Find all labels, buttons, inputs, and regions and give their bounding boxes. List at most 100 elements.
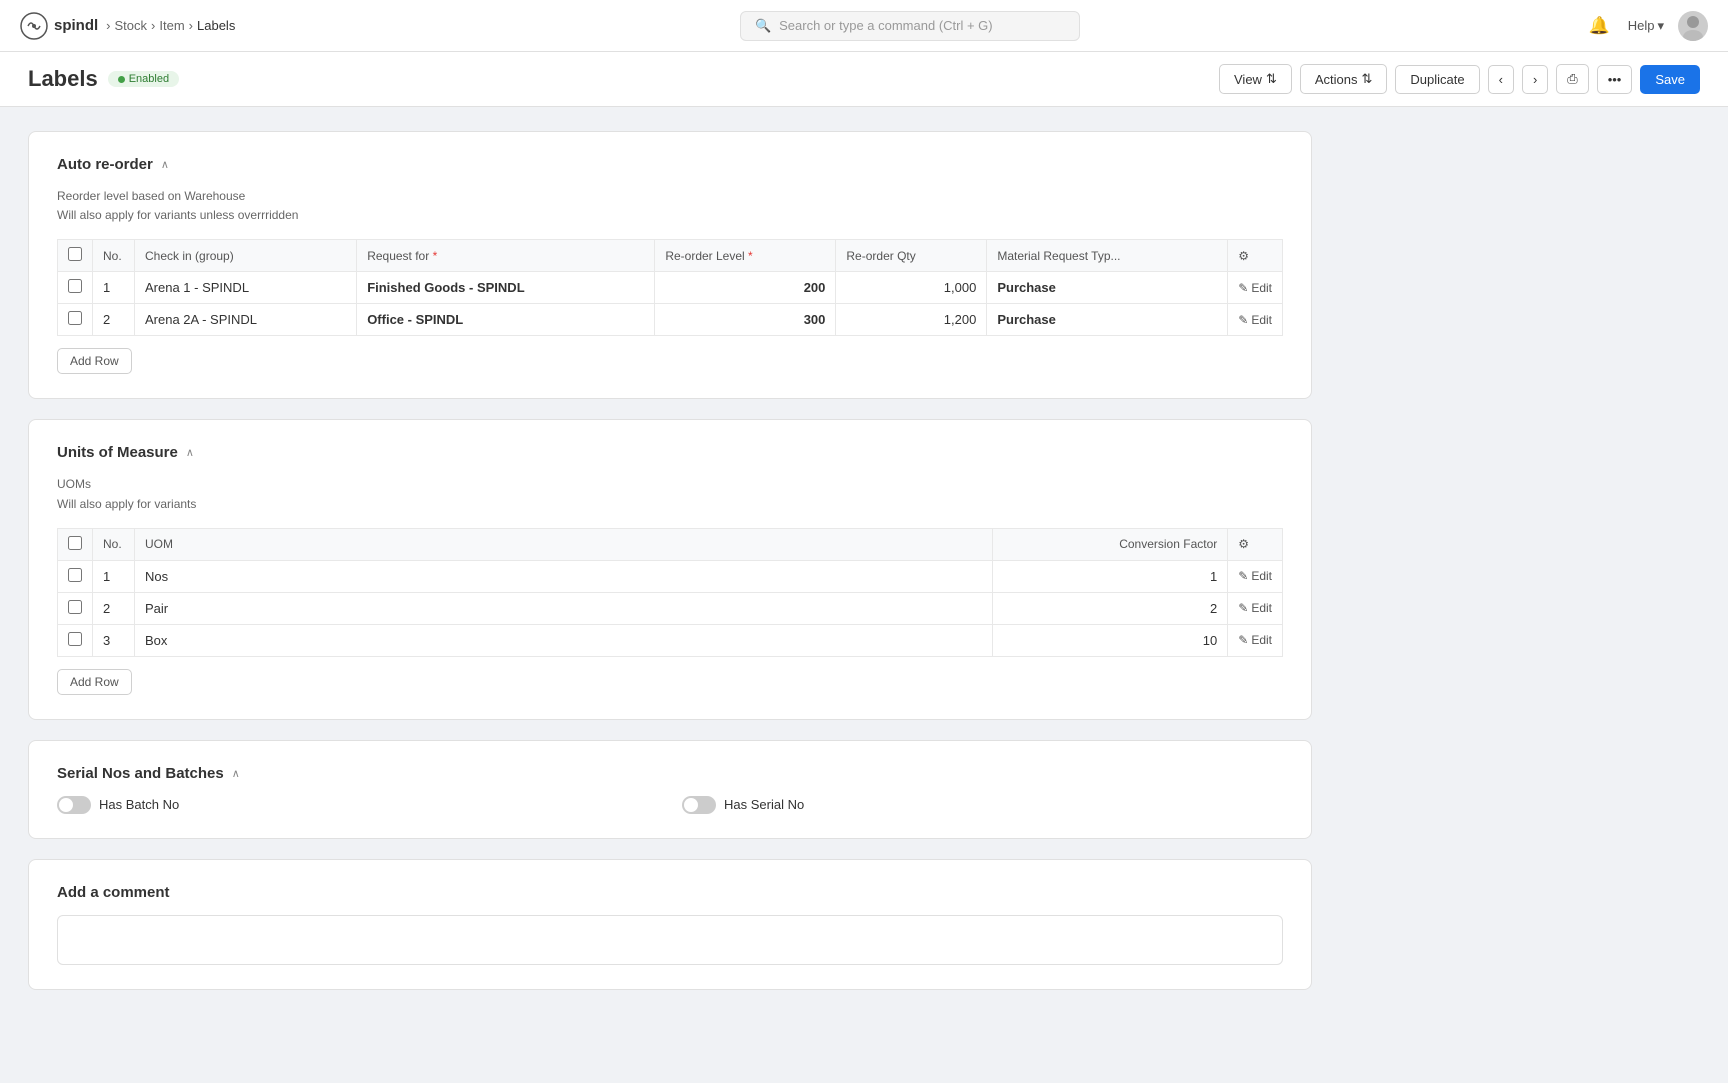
breadcrumb-item[interactable]: Item	[159, 18, 184, 33]
uom-row1-edit[interactable]: ✎ Edit	[1238, 569, 1272, 583]
units-of-measure-card: Units of Measure ∧ UOMs Will also apply …	[28, 419, 1312, 719]
status-label: Enabled	[129, 73, 169, 85]
breadcrumb-sep2: ›	[151, 18, 155, 33]
uom-gear-icon[interactable]: ⚙	[1238, 537, 1249, 551]
comment-input[interactable]	[57, 915, 1283, 965]
auto-reorder-add-row[interactable]: Add Row	[57, 348, 132, 374]
uom-row3-edit[interactable]: ✎ Edit	[1238, 633, 1272, 647]
auto-reorder-col-no: No.	[93, 240, 135, 272]
auto-reorder-row2-checkin: Arena 2A - SPINDL	[135, 304, 357, 336]
prev-button[interactable]: ‹	[1488, 65, 1514, 94]
more-button[interactable]: •••	[1597, 65, 1633, 94]
uom-add-row[interactable]: Add Row	[57, 669, 132, 695]
uom-select-all[interactable]	[68, 536, 82, 550]
uom-collapse-icon[interactable]: ∧	[186, 446, 194, 459]
has-serial-no-field: Has Serial No	[682, 796, 1283, 814]
nav-right: 🔔 Help ▾	[1585, 11, 1708, 41]
auto-reorder-row1-cb[interactable]	[68, 279, 82, 293]
auto-reorder-row1-request: Finished Goods - SPINDL	[357, 272, 655, 304]
auto-reorder-col-level: Re-order Level *	[655, 240, 836, 272]
more-icon: •••	[1608, 72, 1622, 87]
auto-reorder-row1-level: 200	[655, 272, 836, 304]
avatar[interactable]	[1678, 11, 1708, 41]
view-label: View	[1234, 72, 1262, 87]
uom-row2-edit[interactable]: ✎ Edit	[1238, 601, 1272, 615]
status-dot	[118, 76, 125, 83]
auto-reorder-title: Auto re-order	[57, 156, 153, 173]
prev-icon: ‹	[1499, 72, 1503, 87]
auto-reorder-row2-type: Purchase	[987, 304, 1228, 336]
view-chevron-icon: ⇅	[1266, 71, 1277, 87]
actions-label: Actions	[1315, 72, 1358, 87]
auto-reorder-row1-type: Purchase	[987, 272, 1228, 304]
auto-reorder-row2-no: 2	[93, 304, 135, 336]
breadcrumb-stock[interactable]: Stock	[115, 18, 148, 33]
auto-reorder-row2-qty: 1,200	[836, 304, 987, 336]
has-batch-no-knob	[59, 798, 73, 812]
save-button[interactable]: Save	[1640, 65, 1700, 94]
actions-button[interactable]: Actions ⇅	[1300, 64, 1388, 94]
serial-batches-header: Serial Nos and Batches ∧	[57, 765, 1283, 782]
auto-reorder-row2-edit[interactable]: ✎ Edit	[1238, 313, 1272, 327]
auto-reorder-row2-cb[interactable]	[68, 311, 82, 325]
main-content: Auto re-order ∧ Reorder level based on W…	[0, 107, 1340, 1034]
next-icon: ›	[1533, 72, 1537, 87]
auto-reorder-table: No. Check in (group) Request for * Re-or…	[57, 239, 1283, 336]
notification-button[interactable]: 🔔	[1585, 12, 1614, 40]
table-row: 2 Arena 2A - SPINDL Office - SPINDL 300 …	[58, 304, 1283, 336]
uom-desc-text: Will also apply for variants	[57, 495, 1283, 514]
search-placeholder: Search or type a command (Ctrl + G)	[779, 18, 993, 33]
logo[interactable]: spindl	[20, 12, 98, 40]
search-bar[interactable]: 🔍 Search or type a command (Ctrl + G)	[740, 11, 1080, 41]
auto-reorder-collapse-icon[interactable]: ∧	[161, 158, 169, 171]
breadcrumb-sep3: ›	[189, 18, 193, 33]
breadcrumb-sep: ›	[106, 18, 110, 33]
uom-row3-uom: Box	[135, 624, 993, 656]
breadcrumb: › Stock › Item › Labels	[106, 18, 235, 33]
auto-reorder-header: Auto re-order ∧	[57, 156, 1283, 173]
uom-row2-uom: Pair	[135, 592, 993, 624]
auto-reorder-col-checkin: Check in (group)	[135, 240, 357, 272]
serial-batches-collapse-icon[interactable]: ∧	[232, 767, 240, 780]
duplicate-button[interactable]: Duplicate	[1395, 65, 1479, 94]
uom-col-cf: Conversion Factor	[992, 528, 1228, 560]
view-button[interactable]: View ⇅	[1219, 64, 1292, 94]
comment-card: Add a comment	[28, 859, 1312, 990]
auto-reorder-col-request: Request for *	[357, 240, 655, 272]
uom-row2-cb[interactable]	[68, 600, 82, 614]
edit-icon5: ✎	[1238, 633, 1248, 647]
auto-reorder-row1-edit[interactable]: ✎ Edit	[1238, 281, 1272, 295]
has-batch-no-toggle[interactable]	[57, 796, 91, 814]
uom-row2-no: 2	[93, 592, 135, 624]
breadcrumb-labels: Labels	[197, 18, 235, 33]
auto-reorder-row1-checkin: Arena 1 - SPINDL	[135, 272, 357, 304]
auto-reorder-row1-qty: 1,000	[836, 272, 987, 304]
logo-text: spindl	[54, 17, 98, 34]
uom-row3-cb[interactable]	[68, 632, 82, 646]
auto-reorder-row1-no: 1	[93, 272, 135, 304]
has-batch-no-field: Has Batch No	[57, 796, 658, 814]
page-wrapper: Labels Enabled View ⇅ Actions ⇅ Duplicat…	[0, 0, 1728, 1083]
nav-center: 🔍 Search or type a command (Ctrl + G)	[235, 11, 1584, 41]
uom-row3-no: 3	[93, 624, 135, 656]
help-label: Help	[1628, 18, 1655, 33]
has-batch-no-label: Has Batch No	[99, 797, 179, 812]
auto-reorder-gear-icon[interactable]: ⚙	[1238, 249, 1249, 263]
page-header: Labels Enabled View ⇅ Actions ⇅ Duplicat…	[0, 52, 1728, 107]
uom-desc: UOMs Will also apply for variants	[57, 475, 1283, 513]
help-button[interactable]: Help ▾	[1628, 18, 1664, 34]
chevron-down-icon: ▾	[1657, 18, 1664, 34]
auto-reorder-select-all[interactable]	[68, 247, 82, 261]
duplicate-label: Duplicate	[1410, 72, 1464, 87]
auto-reorder-desc1: Reorder level based on Warehouse	[57, 187, 1283, 206]
uom-row1-uom: Nos	[135, 560, 993, 592]
has-serial-no-toggle[interactable]	[682, 796, 716, 814]
uom-row1-cf: 1	[992, 560, 1228, 592]
edit-icon4: ✎	[1238, 601, 1248, 615]
uom-row1-cb[interactable]	[68, 568, 82, 582]
next-button[interactable]: ›	[1522, 65, 1548, 94]
serial-batches-card: Serial Nos and Batches ∧ Has Batch No	[28, 740, 1312, 839]
table-row: 2 Pair 2 ✎ Edit	[58, 592, 1283, 624]
edit-icon3: ✎	[1238, 569, 1248, 583]
print-button[interactable]: ⎙	[1556, 64, 1588, 94]
